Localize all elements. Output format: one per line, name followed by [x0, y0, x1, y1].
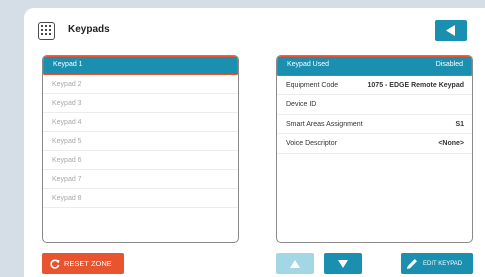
- detail-label: Equipment Code: [286, 81, 339, 89]
- detail-label: Keypad Used: [287, 61, 330, 68]
- detail-label: Device ID: [286, 101, 317, 108]
- back-button[interactable]: [435, 20, 467, 41]
- keypad-icon: [38, 22, 55, 40]
- detail-row-device-id[interactable]: Device ID: [277, 95, 472, 115]
- page-title: Keypads: [68, 24, 110, 35]
- detail-label: Voice Descriptor: [286, 140, 337, 147]
- keypad-details: Keypad Used Disabled Equipment Code 1075…: [276, 55, 473, 243]
- reset-zone-button[interactable]: RESET ZONE: [42, 253, 124, 274]
- reset-zone-label: RESET ZONE: [64, 259, 112, 268]
- detail-value: Disabled: [435, 61, 463, 68]
- detail-value: S1: [455, 120, 464, 128]
- scroll-up-button[interactable]: [276, 253, 314, 274]
- edit-keypad-label: EDIT KEYPAD: [423, 260, 463, 267]
- arrow-up-icon: [290, 260, 300, 268]
- detail-row-smart-areas[interactable]: Smart Areas Assignment S1: [277, 115, 472, 134]
- arrow-down-icon: [338, 260, 348, 268]
- list-item-keypad-3[interactable]: Keypad 3: [43, 94, 238, 113]
- list-item-keypad-7[interactable]: Keypad 7: [43, 170, 238, 189]
- list-item-keypad-4[interactable]: Keypad 4: [43, 113, 238, 132]
- back-arrow-icon: [446, 25, 455, 36]
- list-item-keypad-8[interactable]: Keypad 8: [43, 189, 238, 208]
- detail-label: Smart Areas Assignment: [286, 120, 363, 128]
- list-item-keypad-6[interactable]: Keypad 6: [43, 151, 238, 170]
- detail-row-equipment-code[interactable]: Equipment Code 1075 - EDGE Remote Keypad: [277, 76, 472, 95]
- detail-row-voice-descriptor[interactable]: Voice Descriptor <None>: [277, 134, 472, 154]
- detail-value: <None>: [438, 140, 464, 147]
- edit-keypad-button[interactable]: EDIT KEYPAD: [401, 253, 473, 274]
- reset-icon: [50, 259, 60, 269]
- pencil-icon: [407, 259, 417, 269]
- list-item-keypad-5[interactable]: Keypad 5: [43, 132, 238, 151]
- main-panel: Keypads Keypad 1 Keypad 2 Keypad 3 Keypa…: [24, 8, 485, 277]
- scroll-down-button[interactable]: [324, 253, 362, 274]
- keypad-list: Keypad 1 Keypad 2 Keypad 3 Keypad 4 Keyp…: [42, 55, 239, 243]
- list-item-keypad-2[interactable]: Keypad 2: [43, 75, 238, 94]
- detail-value: 1075 - EDGE Remote Keypad: [367, 81, 464, 89]
- detail-row-keypad-used[interactable]: Keypad Used Disabled: [277, 56, 472, 76]
- list-item-keypad-1[interactable]: Keypad 1: [43, 56, 238, 75]
